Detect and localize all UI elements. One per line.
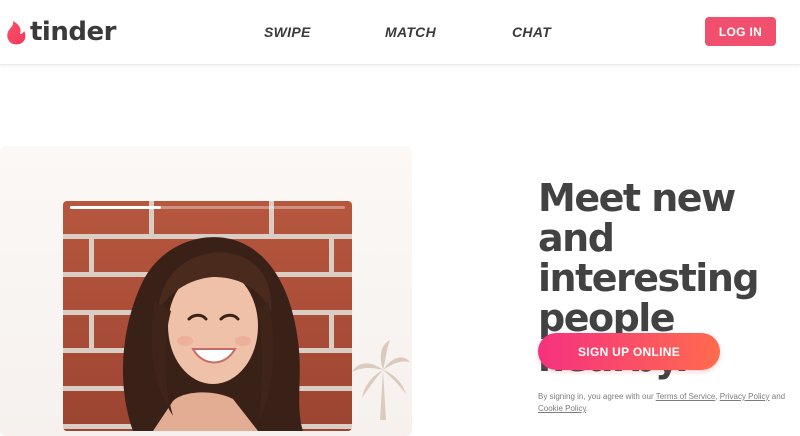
story-progress-bar	[70, 206, 345, 209]
palm-decoration	[352, 340, 410, 420]
woman-portrait	[122, 237, 303, 431]
nav-chat[interactable]: CHAT	[512, 24, 551, 40]
login-button[interactable]: LOG IN	[705, 17, 776, 46]
headline-line-1: Meet new and	[538, 176, 736, 260]
flame-icon	[7, 21, 26, 45]
privacy-policy-link[interactable]: Privacy Policy	[720, 392, 770, 401]
cookie-policy-link[interactable]: Cookie Policy	[538, 404, 586, 413]
brand-name: tinder	[30, 17, 116, 47]
tinder-logo[interactable]: tinder	[5, 16, 116, 48]
nav-match[interactable]: MATCH	[385, 24, 436, 40]
legal-notice: By signing in, you agree with our Terms …	[538, 391, 800, 415]
story-progress-fill	[70, 206, 161, 209]
signup-online-button[interactable]: SIGN UP ONLINE	[538, 333, 720, 370]
terms-of-service-link[interactable]: Terms of Service	[656, 392, 716, 401]
top-navbar: tinder SWIPE MATCH CHAT LOG IN	[0, 0, 800, 65]
nav-swipe[interactable]: SWIPE	[264, 24, 311, 40]
legal-suffix: .	[585, 404, 589, 413]
headline-line-2: interesting	[538, 256, 760, 300]
profile-photo	[63, 201, 352, 431]
legal-sep-2: and	[769, 392, 786, 401]
legal-prefix: By signing in, you agree with our	[538, 392, 656, 401]
